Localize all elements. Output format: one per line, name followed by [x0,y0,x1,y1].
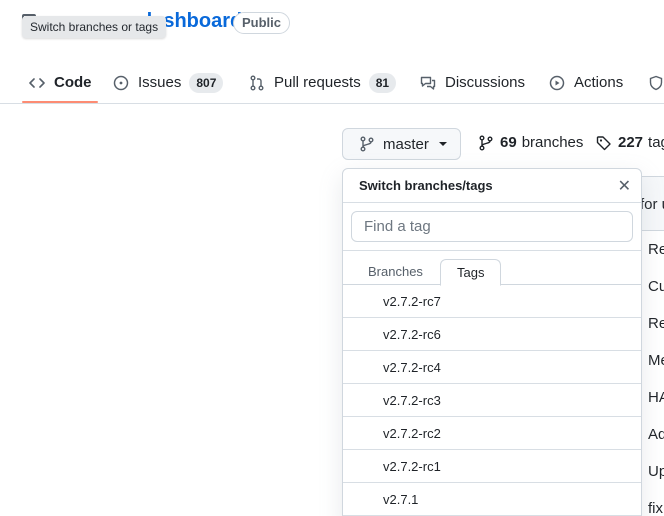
tag-icon [596,135,611,150]
tags-count: 227 [618,134,644,151]
discussions-icon [420,76,436,90]
branches-label: branches [521,134,584,151]
tab-code[interactable]: Code [29,62,92,103]
tab-discussions-label: Discussions [445,74,526,91]
file-row-text[interactable]: Re [648,315,664,332]
tag-item[interactable]: v2.7.2-rc7 [343,285,641,318]
tab-code-label: Code [54,74,92,91]
dropdown-header: Switch branches/tags ✕ [343,169,641,203]
dropdown-title: Switch branches/tags [359,178,493,193]
tag-item[interactable]: v2.7.2-rc6 [343,318,641,351]
file-row-text[interactable]: Re [648,241,664,258]
tag-item[interactable]: v2.7.1 [343,483,641,516]
file-row-text[interactable]: fix [648,500,663,516]
tab-branches[interactable]: Branches [352,259,439,286]
branch-select-label: master [383,135,429,153]
dropdown-filter [343,203,641,251]
play-icon [549,75,565,90]
visibility-badge: Public [233,12,291,34]
tab-discussions[interactable]: Discussions [420,62,525,103]
dropdown-tabs: Branches Tags [343,251,641,286]
tab-actions[interactable]: Actions [549,62,623,103]
tag-filter-input[interactable] [351,211,633,242]
branch-tooltip: Switch branches or tags [22,16,167,38]
tab-issues[interactable]: Issues 807 [113,62,224,103]
file-row-text[interactable]: Cu [648,278,664,295]
branch-select-button[interactable]: master [342,128,461,160]
file-row-text[interactable]: Me [648,352,664,369]
tag-list: v2.7.2-rc7 v2.7.2-rc6 v2.7.2-rc4 v2.7.2-… [343,285,641,516]
tab-pulls-label: Pull requests [274,74,361,91]
chevron-down-icon [438,142,447,146]
tags-label: tag [648,134,664,151]
file-row-text[interactable]: HA [648,389,664,406]
tag-item[interactable]: v2.7.2-rc4 [343,351,641,384]
tab-issues-label: Issues [138,74,182,91]
tab-tags[interactable]: Tags [440,259,502,286]
tab-security[interactable] [648,62,664,103]
pulls-count-badge: 81 [368,72,397,93]
code-icon [29,77,45,88]
tab-actions-label: Actions [574,74,624,91]
commit-message: for u [640,196,664,213]
issues-count-badge: 807 [189,72,224,93]
branches-count: 69 [500,134,517,151]
branches-link[interactable]: 69 branches [478,134,583,151]
file-row-text[interactable]: Up [648,463,664,480]
file-row-text[interactable]: Ad [648,426,664,443]
shield-icon [649,75,663,90]
tab-pull-requests[interactable]: Pull requests 81 [249,62,397,103]
branch-tag-dropdown: Switch branches/tags ✕ Branches Tags v2.… [342,168,642,516]
git-branch-icon [360,136,374,152]
pull-request-icon [250,75,264,90]
repo-nav: Code Issues 807 Pull requests 81 Discuss… [0,62,664,104]
tag-item[interactable]: v2.7.2-rc3 [343,384,641,417]
issue-icon [113,75,129,90]
active-tab-indicator [22,101,98,103]
tag-item[interactable]: v2.7.2-rc1 [343,450,641,483]
git-branch-icon [479,135,493,150]
close-icon[interactable]: ✕ [618,176,631,196]
tag-item[interactable]: v2.7.2-rc2 [343,417,641,450]
tags-link[interactable]: 227 tag [596,134,664,151]
